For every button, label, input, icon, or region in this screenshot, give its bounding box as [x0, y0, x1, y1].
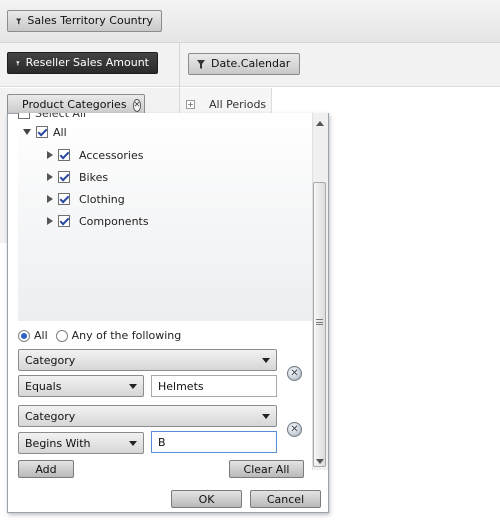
radio-all-label: All — [34, 329, 48, 342]
filter-icon — [16, 17, 22, 25]
checkbox[interactable] — [58, 171, 70, 183]
checkbox[interactable] — [58, 215, 70, 227]
filter-icon — [16, 60, 20, 66]
select-all-label: Select All — [35, 113, 87, 120]
clear-all-button[interactable]: Clear All — [229, 460, 304, 478]
expand-icon[interactable] — [47, 217, 53, 225]
expand-icon[interactable] — [47, 173, 53, 181]
condition-1-field-select[interactable]: Category — [18, 349, 277, 371]
tree-item-all[interactable]: All — [23, 123, 67, 141]
chevron-down-icon — [262, 413, 270, 419]
field-label: Product Categories — [22, 98, 127, 111]
select-value: Equals — [25, 379, 62, 393]
chevron-down-icon — [129, 383, 137, 389]
tree-item-clothing[interactable]: Clothing — [47, 190, 125, 208]
expand-icon[interactable] — [47, 195, 53, 203]
tree-item-components[interactable]: Components — [47, 212, 149, 230]
filter-icon — [197, 59, 205, 69]
tree-item-label: Components — [79, 214, 149, 228]
condition-2-operator-select[interactable]: Begins With — [18, 432, 144, 454]
select-value: Begins With — [25, 436, 91, 450]
row-label: All Periods — [209, 98, 267, 111]
condition-1-value-input[interactable]: Helmets — [151, 375, 277, 397]
field-label: Reseller Sales Amount — [25, 56, 149, 69]
tree-item-bikes[interactable]: Bikes — [47, 168, 108, 186]
radio-all[interactable] — [18, 329, 30, 342]
field-label: Sales Territory Country — [27, 14, 153, 27]
remove-field-icon[interactable]: ✕ — [132, 98, 142, 112]
date-calendar-field[interactable]: Date.Calendar — [188, 53, 300, 75]
remove-condition-1-icon[interactable]: ✕ — [287, 366, 302, 381]
select-all-row[interactable]: Select All — [18, 113, 86, 122]
checkbox[interactable] — [58, 149, 70, 161]
scroll-down-icon[interactable] — [316, 459, 324, 464]
expand-icon[interactable]: + — [186, 100, 195, 109]
reseller-sales-amount-field[interactable]: Reseller Sales Amount — [7, 52, 158, 74]
sales-territory-country-field[interactable]: Sales Territory Country — [7, 10, 162, 32]
collapse-icon[interactable] — [23, 129, 31, 135]
chevron-down-icon — [262, 357, 270, 363]
radio-any[interactable] — [55, 329, 68, 342]
match-mode-group: All Any of the following — [18, 329, 181, 342]
all-periods-row: + All Periods — [186, 98, 266, 111]
radio-any-label: Any of the following — [71, 329, 182, 342]
cancel-button[interactable]: Cancel — [250, 490, 321, 508]
select-value: Category — [25, 409, 76, 423]
add-button[interactable]: Add — [18, 460, 74, 478]
tree-item-label: Bikes — [79, 170, 109, 184]
tree-item-label: Clothing — [79, 192, 125, 206]
condition-2-field-select[interactable]: Category — [18, 405, 277, 427]
tree-item-accessories[interactable]: Accessories — [47, 146, 143, 164]
select-all-checkbox[interactable] — [18, 113, 30, 119]
member-tree: Select All All Accessories Bikes Clothin… — [18, 113, 313, 321]
checkbox[interactable] — [36, 126, 48, 138]
scroll-up-icon[interactable] — [316, 121, 324, 126]
expand-icon[interactable] — [47, 151, 53, 159]
grip-icon — [316, 319, 323, 325]
ok-button[interactable]: OK — [171, 490, 242, 508]
checkbox[interactable] — [58, 193, 70, 205]
condition-1-operator-select[interactable]: Equals — [18, 375, 144, 397]
condition-2-value-input[interactable]: B — [151, 431, 277, 453]
tree-item-label: Accessories — [79, 148, 144, 162]
remove-condition-2-icon[interactable]: ✕ — [287, 422, 302, 437]
tree-item-label: All — [53, 125, 67, 139]
chevron-down-icon — [129, 440, 137, 446]
field-label: Date.Calendar — [211, 57, 291, 70]
select-value: Category — [25, 353, 76, 367]
